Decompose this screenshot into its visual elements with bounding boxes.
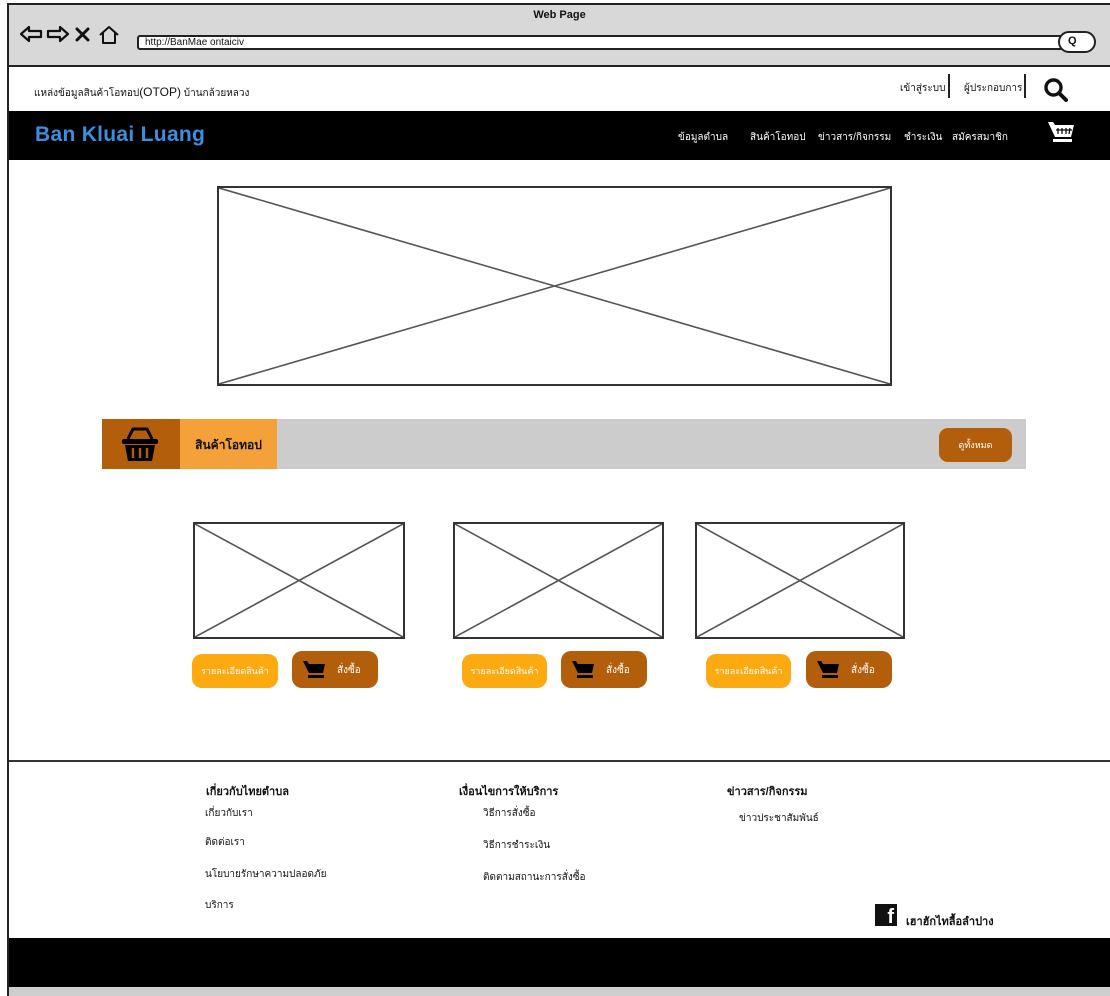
divider [948,74,950,98]
cart-icon[interactable] [1046,119,1076,147]
top-utility-bar: แหล่งข้อมูลสินค้าโอทอป(OTOP) บ้านกล้วยหล… [9,67,1110,111]
order-button[interactable]: สั่งซื้อ [561,651,647,688]
order-label: สั่งซื้อ [851,665,875,676]
order-label: สั่งซื้อ [337,665,361,676]
nav-item-register[interactable]: สมัครสมาชิก [952,130,1008,145]
footer-link-how-to-order[interactable]: วิธีการสั่งซื้อ [483,806,536,821]
browser-window: Web Page http://BanMae ontaiciv Q แหล่งข… [7,3,1110,996]
cart-icon [572,661,594,678]
forward-arrow-icon[interactable] [46,25,70,43]
site-brand[interactable]: Ban Kluai Luang [35,123,205,147]
product-image[interactable] [193,522,405,639]
footer-bottom-bar [9,938,1110,987]
order-button[interactable]: สั่งซื้อ [806,651,892,688]
nav-item-subdistrict-info[interactable]: ข้อมูลตำบล [678,130,728,145]
search-icon: Q [1068,35,1077,47]
login-link[interactable]: เข้าสู่ระบบ [900,81,945,96]
footer-link-press-release[interactable]: ข่าวประชาสัมพันธ์ [739,811,819,826]
product-image[interactable] [453,522,664,639]
footer-heading-about: เกี่ยวกับไทยตำบล [206,786,289,798]
otop-section-bar: สินค้าโอทอป ดูทั้งหมด [102,419,1026,469]
footer-heading-terms: เงื่อนไขการให้บริการ [459,786,559,798]
nav-item-otop-products[interactable]: สินค้าโอทอป [750,130,806,145]
facebook-icon[interactable]: f [875,904,897,928]
footer-heading-news: ข่าวสาร/กิจกรรม [727,786,808,798]
nav-item-payment[interactable]: ชำระเงิน [904,130,942,145]
browser-search-field[interactable]: Q [1058,31,1096,53]
footer-link-about-us[interactable]: เกี่ยวกับเรา [205,806,253,821]
footer-divider [9,760,1110,762]
basket-icon [122,427,158,461]
nav-item-news-activities[interactable]: ข่าวสาร/กิจกรรม [818,130,891,145]
home-icon[interactable] [98,25,120,45]
window-status-strip [9,987,1110,996]
order-label: สั่งซื้อ [606,665,630,676]
section-title-box: สินค้าโอทอป [180,419,277,469]
footer-link-services[interactable]: บริการ [205,898,234,913]
facebook-page-link[interactable]: เฮาฮักไทลื้อลำปาง [906,912,994,930]
see-all-button[interactable]: ดูทั้งหมด [939,428,1012,462]
divider [1024,74,1026,98]
product-detail-button[interactable]: รายละเอียดสินค้า [462,654,547,688]
cart-icon [817,661,839,678]
product-detail-button[interactable]: รายละเอียดสินค้า [706,654,791,688]
main-navigation: Ban Kluai Luang ข้อมูลตำบล สินค้าโอทอป ข… [9,111,1110,160]
url-bar[interactable]: http://BanMae ontaiciv [137,35,1083,50]
footer-link-order-status[interactable]: ติดตามสถานะการสั่งซื้อ [483,870,586,885]
close-icon[interactable] [75,27,90,42]
browser-titlebar: Web Page http://BanMae ontaiciv Q [9,5,1110,67]
product-image[interactable] [695,522,905,639]
footer-link-how-to-pay[interactable]: วิธีการชำระเงิน [483,838,550,853]
entrepreneur-link[interactable]: ผู้ประกอบการ [964,81,1022,96]
order-button[interactable]: สั่งซื้อ [292,651,378,688]
search-icon[interactable] [1043,77,1069,103]
section-icon-box [102,419,180,469]
back-arrow-icon[interactable] [19,25,43,43]
window-title: Web Page [533,9,586,21]
footer-link-contact[interactable]: ติดต่อเรา [205,835,245,850]
product-detail-button[interactable]: รายละเอียดสินค้า [192,654,278,688]
section-title: สินค้าโอทอป [195,438,262,452]
hero-banner-image [217,186,892,386]
footer-link-privacy[interactable]: นโยบายรักษาความปลอดภัย [205,867,326,882]
cart-icon [303,661,325,678]
site-tagline: แหล่งข้อมูลสินค้าโอทอป(OTOP) บ้านกล้วยหล… [34,85,250,99]
